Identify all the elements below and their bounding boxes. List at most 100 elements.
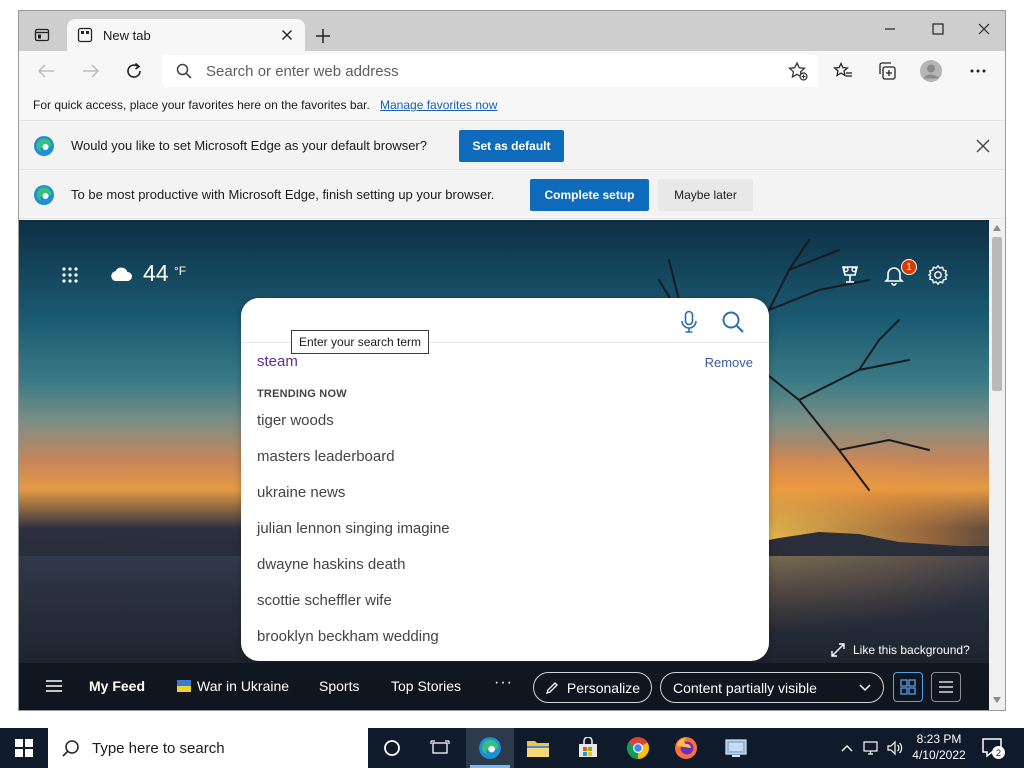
personalize-button[interactable]: Personalize [533,672,652,703]
weather-temperature[interactable]: 44 [143,260,169,287]
taskbar-clock[interactable]: 8:23 PM 4/10/2022 [910,731,968,763]
maybe-later-button[interactable]: Maybe later [658,179,753,211]
complete-setup-button[interactable]: Complete setup [530,179,649,211]
taskbar-store-button[interactable] [564,728,612,768]
new-tab-page-icon [77,27,93,43]
address-input[interactable] [206,59,766,83]
new-tab-button[interactable] [311,25,335,47]
profile-button[interactable] [916,57,946,85]
expand-icon [831,643,845,657]
set-as-default-button[interactable]: Set as default [459,130,564,162]
tab-new-tab[interactable]: New tab [67,19,305,51]
trending-suggestion[interactable]: masters leaderboard [257,448,395,465]
finish-setup-infobar: To be most productive with Microsoft Edg… [19,171,1005,219]
refresh-button[interactable] [119,57,149,85]
rewards-trophy-icon[interactable] [839,264,861,286]
tab-actions-icon [34,28,50,42]
microphone-icon[interactable] [679,310,699,334]
feed-tab-top-stories[interactable]: Top Stories [391,678,461,694]
trending-suggestion[interactable]: dwayne haskins death [257,556,405,573]
favorites-button[interactable] [828,57,858,85]
remove-history-link[interactable]: Remove [705,355,753,370]
refresh-icon [127,62,141,78]
hamburger-menu-icon[interactable] [45,678,63,694]
search-history-item[interactable]: steam [257,353,298,370]
folder-icon [527,741,549,757]
back-button[interactable] [31,57,61,85]
back-arrow-icon [37,64,54,78]
search-submit-icon[interactable] [721,310,745,334]
favorites-bar: For quick access, place your favorites h… [19,91,1005,121]
default-browser-message: Would you like to set Microsoft Edge as … [71,138,427,153]
taskbar-file-explorer-button[interactable] [514,728,562,768]
list-layout-icon [939,681,953,693]
maximize-button[interactable] [923,15,953,43]
chevron-down-icon [859,684,871,692]
trending-suggestion[interactable]: ukraine news [257,484,345,501]
favorites-bar-message: For quick access, place your favorites h… [33,98,370,112]
address-bar[interactable] [162,55,818,87]
more-horizontal-icon [970,69,986,73]
taskbar-chrome-button[interactable] [614,728,662,768]
taskbar-app-button[interactable] [712,728,760,768]
plus-icon [316,29,330,43]
show-hidden-icons-button[interactable] [838,728,856,768]
chevron-up-icon [841,745,853,752]
apps-launcher-icon[interactable] [61,266,79,284]
content-visibility-dropdown[interactable]: Content partially visible [660,672,884,703]
like-background-label: Like this background? [853,643,970,657]
cortana-button[interactable] [368,728,416,768]
feed-tab-label: War in Ukraine [197,678,290,694]
trending-suggestion[interactable]: tiger woods [257,412,334,429]
trending-suggestion[interactable]: brooklyn beckham wedding [257,628,439,645]
feed-tab-sports[interactable]: Sports [319,678,359,694]
network-button[interactable] [860,728,882,768]
close-icon [978,23,990,35]
forward-arrow-icon [83,64,100,78]
tab-actions-button[interactable] [29,23,55,47]
forward-button[interactable] [76,57,106,85]
title-bar: New tab [19,11,1005,51]
settings-and-more-button[interactable] [963,57,993,85]
trending-suggestion[interactable]: julian lennon singing imagine [257,520,450,537]
control-panel-icon [725,739,747,757]
minimize-button[interactable] [875,15,905,43]
feed-tab-my-feed[interactable]: My Feed [89,678,145,694]
list-layout-button[interactable] [931,672,961,702]
tab-close-icon[interactable] [279,27,295,43]
tab-title: New tab [103,28,151,43]
firefox-logo-icon [675,737,697,759]
content-visibility-value: Content partially visible [673,679,817,696]
default-browser-infobar: Would you like to set Microsoft Edge as … [19,122,1005,170]
browser-window: New tab Search or enter web address For … [18,10,1006,711]
feed-tab-war-in-ukraine[interactable]: War in Ukraine [177,678,289,694]
collections-button[interactable] [872,57,902,85]
cloud-icon[interactable] [109,265,133,283]
close-window-button[interactable] [969,15,999,43]
scrollbar-thumb[interactable] [992,237,1002,391]
feed-more-button[interactable]: ··· [494,674,513,692]
taskbar-firefox-button[interactable] [662,728,710,768]
task-view-icon [430,740,450,754]
add-favorite-icon[interactable] [788,61,808,81]
taskbar-edge-button[interactable] [466,728,514,768]
scroll-down-arrow-icon[interactable] [993,697,1001,703]
gear-icon[interactable] [927,264,949,286]
taskbar-search-box[interactable]: Type here to search [48,728,368,768]
weather-unit: °F [174,264,187,278]
edge-logo-icon [34,136,54,156]
collections-icon [879,62,896,80]
start-button[interactable] [0,728,48,768]
grid-layout-button[interactable] [893,672,923,702]
edge-logo-icon [34,185,54,205]
volume-button[interactable] [884,728,906,768]
task-view-button[interactable] [416,728,464,768]
like-background-link[interactable]: Like this background? [831,643,970,657]
trending-suggestion[interactable]: scottie scheffler wife [257,592,392,609]
manage-favorites-link[interactable]: Manage favorites now [380,98,497,112]
favorites-icon [833,62,852,77]
close-infobar-icon[interactable] [975,138,991,154]
grid-layout-icon [900,679,916,695]
new-tab-page: 44 °F 1 steam Remove TRENDING NOW tiger … [19,220,989,710]
scroll-up-arrow-icon[interactable] [993,225,1001,231]
